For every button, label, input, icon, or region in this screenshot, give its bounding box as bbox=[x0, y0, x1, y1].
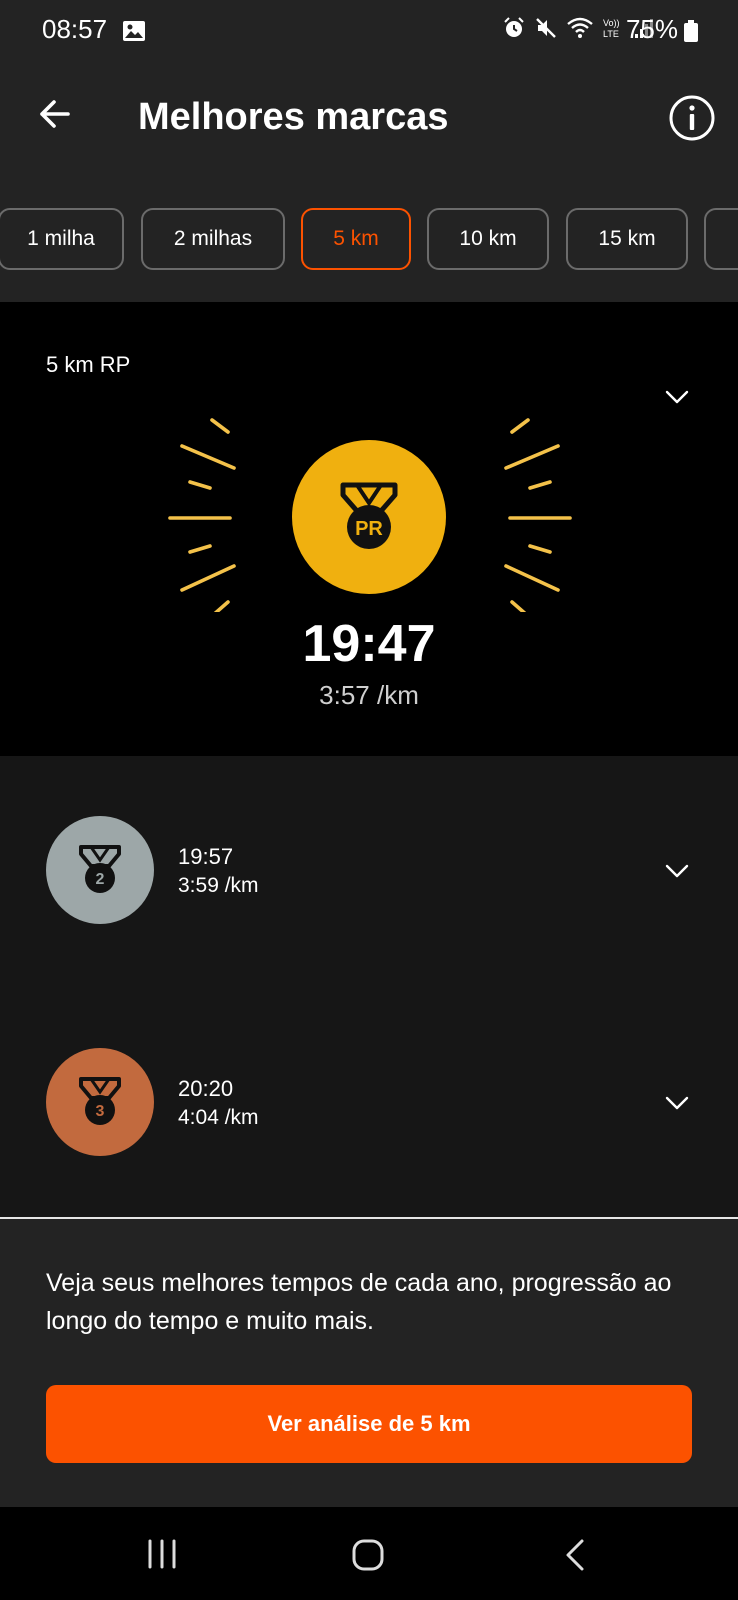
distance-tabs: 1 milha 2 milhas 5 km 10 km 15 km 1 bbox=[0, 208, 738, 272]
tab-next[interactable]: 1 bbox=[704, 208, 738, 270]
pr-medal-icon: PR bbox=[340, 482, 398, 549]
tab-15-km[interactable]: 15 km bbox=[566, 208, 688, 270]
svg-text:3: 3 bbox=[96, 1103, 105, 1120]
mute-icon bbox=[536, 18, 556, 38]
home-icon[interactable] bbox=[348, 1535, 388, 1575]
volte-icon: Vo)) LTE bbox=[603, 18, 620, 39]
medal-3-icon: 3 bbox=[79, 1077, 121, 1125]
recent-apps-icon[interactable] bbox=[142, 1535, 182, 1575]
chevron-down-icon[interactable] bbox=[662, 856, 692, 886]
pr-pace: 3:57 /km bbox=[319, 680, 419, 710]
alarm-icon bbox=[504, 17, 524, 37]
svg-text:LTE: LTE bbox=[603, 29, 619, 39]
chevron-down-icon[interactable] bbox=[662, 1088, 692, 1118]
chevron-down-icon[interactable] bbox=[662, 382, 692, 412]
svg-text:Vo)): Vo)) bbox=[603, 18, 620, 28]
medal-2-icon: 2 bbox=[79, 845, 121, 893]
pr-label: 5 km RP bbox=[46, 352, 131, 377]
svg-text:2: 2 bbox=[96, 871, 105, 888]
tab-2-milhas[interactable]: 2 milhas bbox=[141, 208, 285, 270]
analysis-promo: Veja seus melhores tempos de cada ano, p… bbox=[0, 1219, 738, 1507]
tab-5-km[interactable]: 5 km bbox=[301, 208, 411, 270]
promo-text: Veja seus melhores tempos de cada ano, p… bbox=[46, 1269, 672, 1335]
bronze-medal: 3 bbox=[46, 1048, 154, 1156]
view-analysis-button[interactable]: Ver análise de 5 km bbox=[46, 1385, 692, 1463]
record-time: 20:20 bbox=[178, 1076, 234, 1101]
records-list: 2 19:57 3:59 /km 3 20:20 4:04 /km bbox=[0, 756, 738, 1218]
pr-medal: PR bbox=[292, 440, 446, 594]
page-title: Melhores marcas bbox=[138, 96, 449, 138]
back-nav-icon[interactable] bbox=[556, 1535, 596, 1575]
silver-medal: 2 bbox=[46, 816, 154, 924]
arrow-left-icon[interactable] bbox=[34, 94, 74, 134]
record-time: 19:57 bbox=[178, 844, 234, 869]
status-bar: 08:57 Vo)) LTE 75% bbox=[0, 0, 738, 62]
svg-text:PR: PR bbox=[355, 518, 383, 540]
tab-10-km[interactable]: 10 km bbox=[427, 208, 549, 270]
record-row-3[interactable]: 3 20:20 4:04 /km bbox=[0, 1048, 738, 1158]
tab-1-milha[interactable]: 1 milha bbox=[0, 208, 124, 270]
wifi-icon bbox=[567, 17, 593, 38]
record-row-2[interactable]: 2 19:57 3:59 /km bbox=[0, 816, 738, 926]
app-bar: Melhores marcas bbox=[0, 62, 738, 180]
personal-record-card: 5 km RP PR 19:47 3:57 /km bbox=[0, 302, 738, 756]
record-pace: 4:04 /km bbox=[178, 1106, 259, 1129]
record-pace: 3:59 /km bbox=[178, 874, 259, 897]
status-time: 08:57 bbox=[42, 14, 108, 44]
battery-percent: 75% bbox=[625, 14, 678, 44]
info-icon[interactable] bbox=[668, 94, 716, 142]
pr-time: 19:47 bbox=[302, 615, 436, 673]
battery-icon bbox=[684, 20, 698, 42]
system-nav-bar bbox=[0, 1507, 738, 1600]
gallery-icon bbox=[123, 21, 145, 41]
